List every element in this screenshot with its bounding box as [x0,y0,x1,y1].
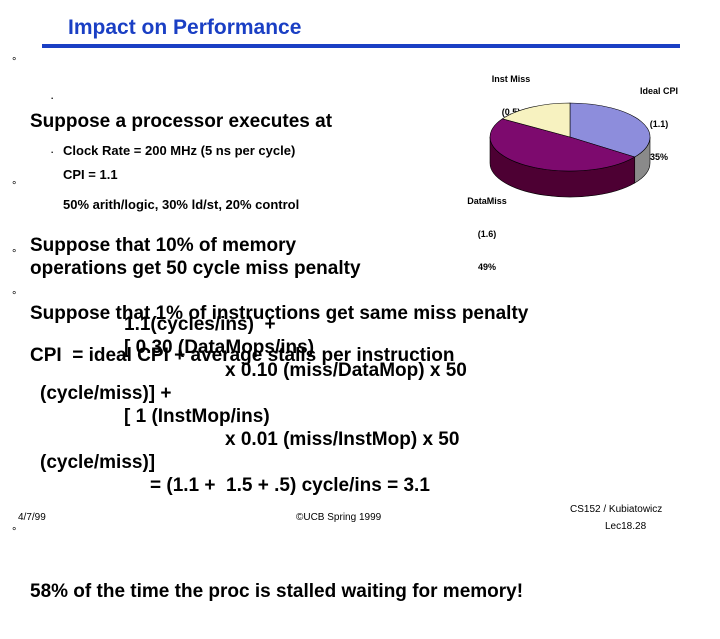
sub-bullet-marker-icon: · [50,144,55,159]
pie-chart: Inst Miss (0.5) 16% Ideal CPI (1.1) 35% … [430,52,720,272]
pie-label-value: (1.6) [477,229,497,239]
formula-line: (cycle/miss)] + [40,383,172,404]
sub-bullet-marker-icon: · [50,114,55,129]
page-title: Impact on Performance [68,16,302,39]
bullet-marker-icon: ° [12,526,17,538]
pie-chart-graphic [489,102,651,198]
formula-line: x 0.01 (miss/InstMop) x 50 [225,429,460,450]
sub-bullet-marker-icon: · [50,90,55,105]
title-divider [42,44,680,48]
footer-course: CS152 / Kubiatowicz [570,504,663,515]
bullet-text: 58% of the time the proc is stalled wait… [30,581,524,602]
footer-lecture: Lec18.28 [605,521,647,532]
formula-line: [ 1 (InstMop/ins) [124,406,270,427]
footer-date: 4/7/99 [18,512,46,523]
bullet-marker-icon: ° [12,290,17,302]
pie-label-percent: 49% [477,262,496,272]
formula-line: (cycle/miss)] [40,452,156,473]
slide-canvas: Impact on Performance ° Suppose a proces… [0,0,720,602]
formula-line: [ 0.30 (DataMops/ins) [124,337,315,358]
footer-copyright: ©UCB Spring 1999 [296,512,382,523]
formula-line: 1.1(cycles/ins) + [124,314,276,335]
bullet-marker-icon: ° [12,180,17,192]
formula-line: x 0.10 (miss/DataMop) x 50 [225,360,467,381]
bullet-marker-icon: ° [12,56,17,68]
formula-line: = (1.1 + 1.5 + .5) cycle/ins = 3.1 [150,475,430,496]
pie-label-name: Inst Miss [491,74,531,84]
bullet-item: ° 58% of the time the proc is stalled wa… [12,526,712,639]
bullet-marker-icon: ° [12,248,17,260]
